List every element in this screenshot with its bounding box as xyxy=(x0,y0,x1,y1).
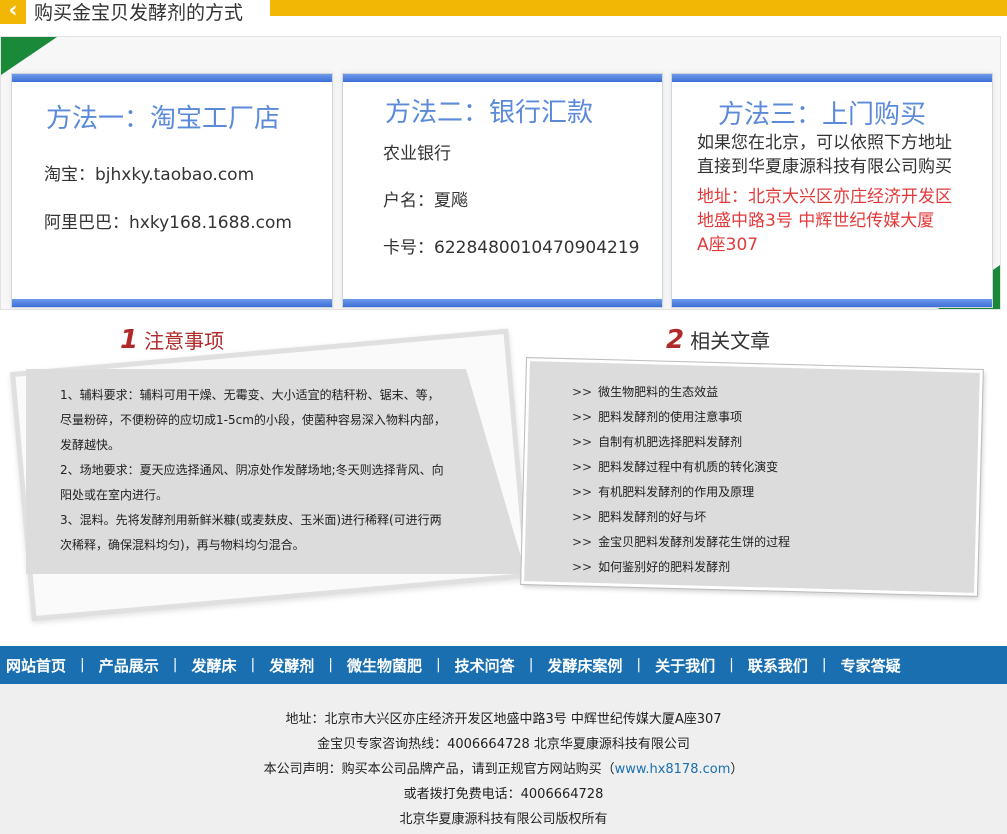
nav-item-home[interactable]: 网站首页 xyxy=(6,655,66,676)
nav-item-fermentation-bed[interactable]: 发酵床 xyxy=(191,655,236,676)
nav-item-about[interactable]: 关于我们 xyxy=(655,655,715,676)
note-item: 1、辅料要求：辅料可用干燥、无霉变、大小适宜的秸秆粉、锯末、等，尽量粉碎，不便粉… xyxy=(60,388,446,452)
nav-separator: | xyxy=(729,657,734,673)
card-top-bar xyxy=(343,74,662,82)
page-footer: 地址：北京市大兴区亦庄经济开发区地盛中路3号 中辉世纪传媒大厦A座307 金宝贝… xyxy=(0,684,1007,834)
nav-item-fermentation-agent[interactable]: 发酵剂 xyxy=(269,655,314,676)
page-header: ‹ 购买金宝贝发酵剂的方式 xyxy=(0,0,1007,24)
chevron-left-icon[interactable]: ‹ xyxy=(0,0,26,24)
footer-hotline: 金宝贝专家咨询热线：4006664728 北京华夏康源科技有限公司 xyxy=(317,737,690,752)
nav-separator: | xyxy=(636,657,642,673)
taobao-link[interactable]: 淘宝：bjhxky.taobao.com xyxy=(44,160,254,185)
nav-separator: | xyxy=(528,657,534,673)
method-card-bank: 方法二：银行汇款 农业银行 户名：夏飚 卡号：62284800104709042… xyxy=(342,73,663,308)
nav-item-expert[interactable]: 专家答疑 xyxy=(841,655,901,676)
account-name: 户名：夏飚 xyxy=(383,191,468,211)
notes-content: 1、辅料要求：辅料可用干燥、无霉变、大小适宜的秸秆粉、锯末、等，尽量粉碎，不便粉… xyxy=(60,383,450,558)
nav-separator: | xyxy=(435,657,441,673)
footer-copyright: 北京华夏康源科技有限公司版权所有 xyxy=(399,812,608,827)
nav-separator: | xyxy=(250,657,256,673)
visit-address: 地址：北京大兴区亦庄经济开发区 xyxy=(697,187,952,207)
article-link[interactable]: >> 肥料发酵剂的好与坏 xyxy=(572,505,952,530)
nav-separator: | xyxy=(821,657,827,673)
note-item: 3、混料。先将发酵剂用新鲜米糠(或麦麸皮、玉米面)进行稀释(可进行两次稀释，确保… xyxy=(60,513,442,552)
footer-address: 地址：北京市大兴区亦庄经济开发区地盛中路3号 中辉世纪传媒大厦A座307 xyxy=(285,712,722,727)
method-card-taobao: 方法一：淘宝工厂店 淘宝：bjhxky.taobao.com 阿里巴巴：hxky… xyxy=(11,73,333,308)
nav-item-cases[interactable]: 发酵床案例 xyxy=(547,655,622,676)
method-title: 方法一：淘宝工厂店 xyxy=(46,104,281,134)
article-link[interactable]: >> 肥料发酵过程中有机质的转化演变 xyxy=(572,455,952,480)
card-bottom-bar xyxy=(343,299,662,307)
article-link[interactable]: >> 有机肥料发酵剂的作用及原理 xyxy=(572,480,952,505)
footer-notice: 本公司声明：购买本公司品牌产品，请到正规官方网站购买（www.hx8178.co… xyxy=(263,762,744,777)
bank-name: 农业银行 xyxy=(383,144,451,164)
card-top-bar xyxy=(672,74,992,82)
article-link[interactable]: >> 肥料发酵剂的使用注意事项 xyxy=(572,405,952,430)
method-title: 方法三：上门购买 xyxy=(718,100,927,130)
visit-instructions: 如果您在北京，可以依照下方地址 xyxy=(697,133,952,153)
article-link[interactable]: >> 自制有机肥选择肥料发酵剂 xyxy=(572,430,952,455)
related-articles-list: >> 微生物肥料的生态效益 >> 肥料发酵剂的使用注意事项 >> 自制有机肥选择肥料发… xyxy=(572,380,952,580)
card-top-bar xyxy=(12,74,332,82)
method-title: 方法二：银行汇款 xyxy=(385,98,594,128)
nav-item-microbial-fertilizer[interactable]: 微生物菌肥 xyxy=(347,655,422,676)
official-site-link[interactable]: www.hx8178.com xyxy=(615,762,731,777)
header-stripe xyxy=(270,0,1007,16)
nav-item-products[interactable]: 产品展示 xyxy=(99,655,159,676)
visit-address: A座307 xyxy=(697,235,759,255)
article-link[interactable]: >> 金宝贝肥料发酵剂发酵花生饼的过程 xyxy=(572,530,952,555)
method-card-visit: 方法三：上门购买 如果您在北京，可以依照下方地址 直接到华夏康源科技有限公司购买… xyxy=(671,73,993,308)
visit-instructions: 直接到华夏康源科技有限公司购买 xyxy=(697,157,952,177)
nav-separator: | xyxy=(328,657,333,673)
alibaba-link[interactable]: 阿里巴巴：hxky168.1688.com xyxy=(44,208,292,233)
purchase-methods-panel: 方法一：淘宝工厂店 淘宝：bjhxky.taobao.com 阿里巴巴：hxky… xyxy=(0,36,1001,310)
page-title: 购买金宝贝发酵剂的方式 xyxy=(34,2,244,24)
articles-heading: 2 相关文章 xyxy=(666,325,771,355)
nav-separator: | xyxy=(80,657,85,673)
visit-address: 地盛中路3号 中辉世纪传媒大厦 xyxy=(697,211,935,231)
nav-separator: | xyxy=(172,657,178,673)
article-link[interactable]: >> 如何鉴别好的肥料发酵剂 xyxy=(572,555,952,580)
card-bottom-bar xyxy=(672,299,992,307)
article-link[interactable]: >> 微生物肥料的生态效益 xyxy=(572,380,952,405)
card-bottom-bar xyxy=(12,299,332,307)
note-item: 2、场地要求：夏天应选择通风、阴凉处作发酵场地;冬天则选择背风、向阳处或在室内进… xyxy=(60,463,444,502)
notes-heading: 1 注意事项 xyxy=(120,325,225,355)
account-number: 卡号：6228480010470904219 xyxy=(383,238,640,258)
corner-decoration xyxy=(1,37,57,75)
footer-phone: 或者拨打免费电话：4006664728 xyxy=(403,787,604,802)
nav-item-contact[interactable]: 联系我们 xyxy=(748,655,808,676)
main-navigation: 网站首页 | 产品展示 | 发酵床 | 发酵剂 | 微生物菌肥 | 技术问答 |… xyxy=(0,646,1007,684)
nav-item-tech-qa[interactable]: 技术问答 xyxy=(455,655,515,676)
